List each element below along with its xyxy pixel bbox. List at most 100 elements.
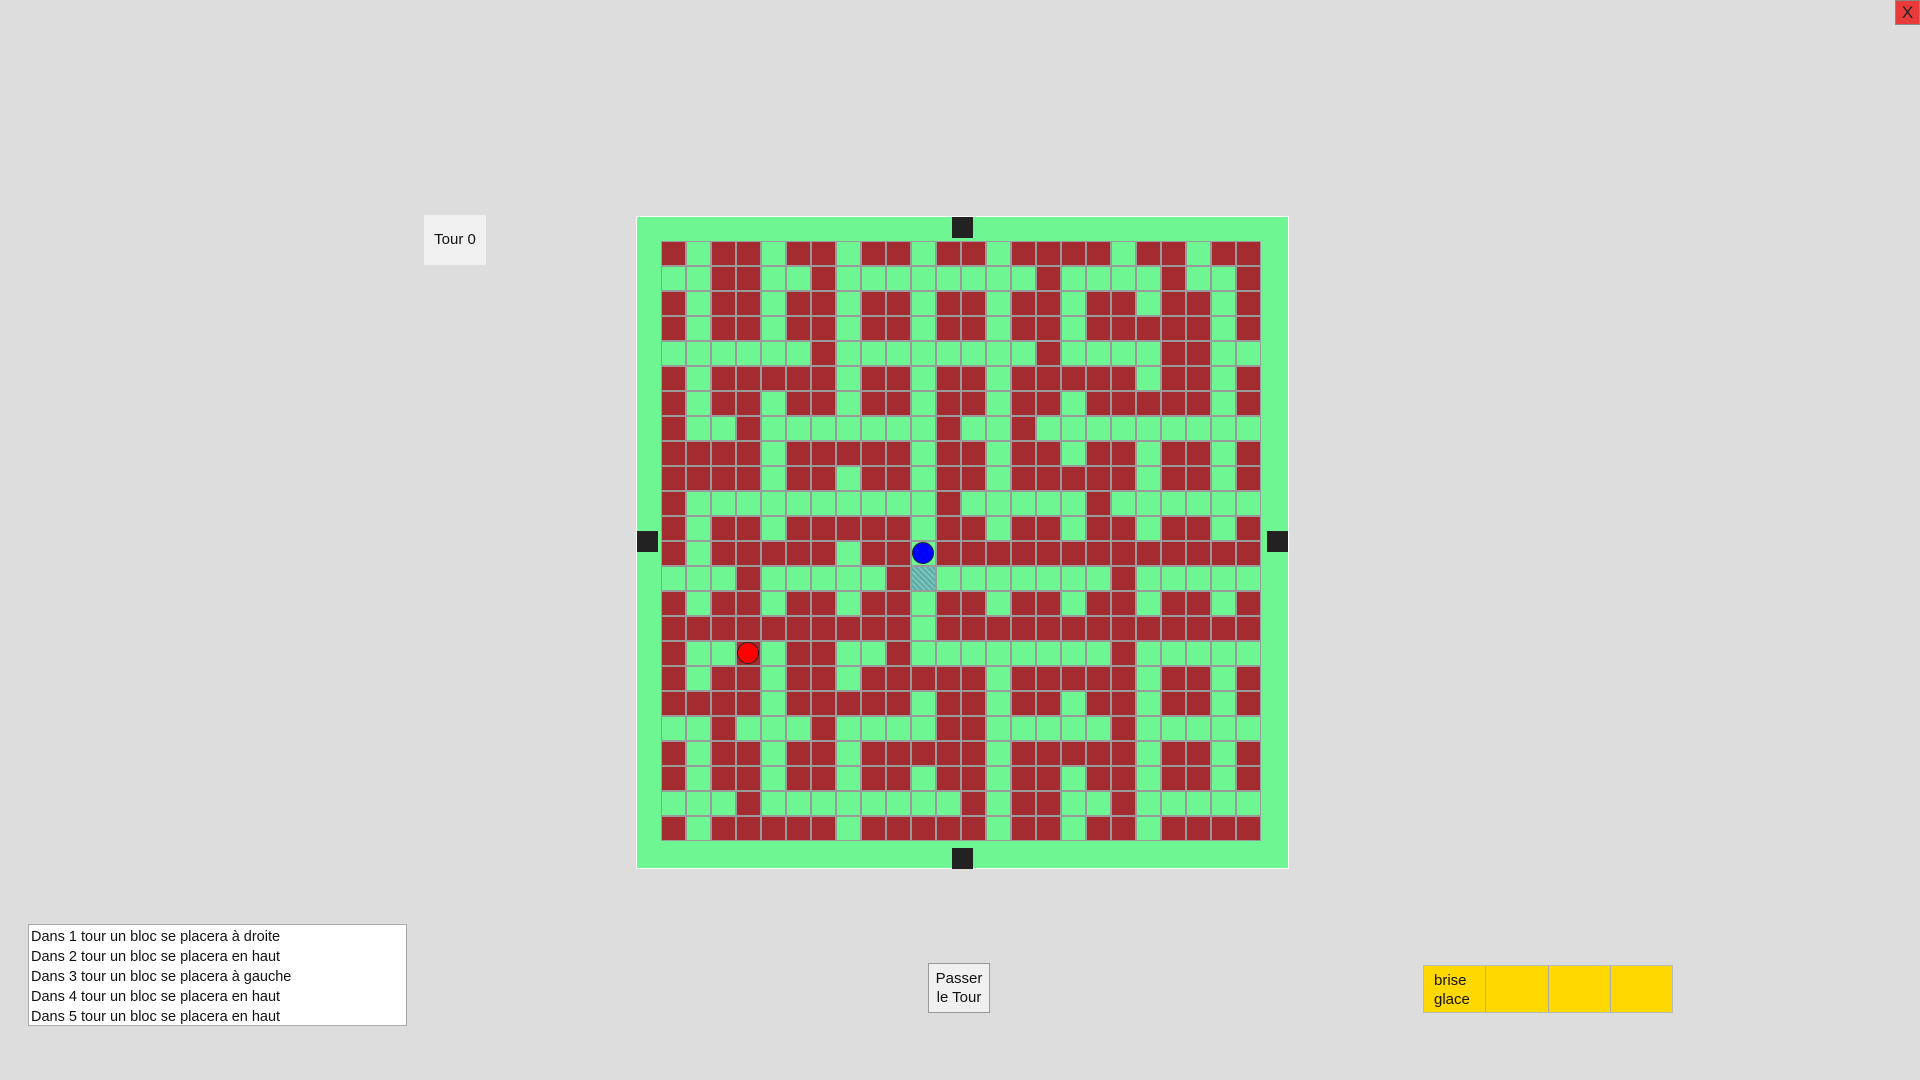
inventory-slot-4[interactable] [1611,966,1672,1012]
path-cell[interactable] [836,566,861,591]
wall-cell[interactable] [886,541,911,566]
wall-cell[interactable] [861,541,886,566]
path-cell[interactable] [1211,591,1236,616]
wall-cell[interactable] [861,466,886,491]
path-cell[interactable] [836,416,861,441]
wall-cell[interactable] [861,766,886,791]
path-cell[interactable] [1211,466,1236,491]
wall-cell[interactable] [886,366,911,391]
wall-cell[interactable] [711,616,736,641]
wall-cell[interactable] [1086,491,1111,516]
wall-cell[interactable] [1011,391,1036,416]
path-cell[interactable] [1211,791,1236,816]
wall-cell[interactable] [1186,341,1211,366]
wall-cell[interactable] [661,291,686,316]
wall-cell[interactable] [1036,366,1061,391]
wall-cell[interactable] [936,616,961,641]
path-cell[interactable] [836,766,861,791]
wall-cell[interactable] [936,391,961,416]
wall-cell[interactable] [1236,766,1261,791]
path-cell[interactable] [1236,716,1261,741]
wall-cell[interactable] [786,691,811,716]
path-cell[interactable] [986,416,1011,441]
wall-cell[interactable] [1011,466,1036,491]
wall-cell[interactable] [961,666,986,691]
path-cell[interactable] [861,266,886,291]
wall-cell[interactable] [1161,591,1186,616]
path-cell[interactable] [911,241,936,266]
wall-cell[interactable] [1236,591,1261,616]
wall-cell[interactable] [786,366,811,391]
wall-cell[interactable] [736,366,761,391]
wall-cell[interactable] [886,316,911,341]
wall-cell[interactable] [786,641,811,666]
path-cell[interactable] [761,666,786,691]
wall-cell[interactable] [836,691,861,716]
wall-cell[interactable] [736,616,761,641]
wall-cell[interactable] [786,816,811,841]
wall-cell[interactable] [711,316,736,341]
wall-cell[interactable] [1011,666,1036,691]
wall-cell[interactable] [936,466,961,491]
wall-cell[interactable] [1111,541,1136,566]
wall-cell[interactable] [961,391,986,416]
wall-cell[interactable] [861,591,886,616]
path-cell[interactable] [686,816,711,841]
wall-cell[interactable] [911,816,936,841]
path-cell[interactable] [786,266,811,291]
wall-cell[interactable] [736,791,761,816]
wall-cell[interactable] [1211,541,1236,566]
wall-cell[interactable] [1086,441,1111,466]
path-cell[interactable] [911,466,936,491]
path-cell[interactable] [1136,491,1161,516]
path-cell[interactable] [911,341,936,366]
wall-cell[interactable] [811,541,836,566]
wall-cell[interactable] [1161,366,1186,391]
path-cell[interactable] [936,641,961,666]
wall-cell[interactable] [886,641,911,666]
wall-cell[interactable] [1086,366,1111,391]
path-cell[interactable] [686,266,711,291]
wall-cell[interactable] [1136,541,1161,566]
wall-cell[interactable] [1161,816,1186,841]
path-cell[interactable] [1186,491,1211,516]
pass-turn-button[interactable]: Passer le Tour [928,963,990,1013]
wall-cell[interactable] [1061,616,1086,641]
wall-cell[interactable] [961,791,986,816]
wall-cell[interactable] [811,766,836,791]
path-cell[interactable] [886,716,911,741]
wall-cell[interactable] [661,616,686,641]
red-player-token[interactable] [737,642,759,664]
highlighted-cell[interactable] [911,566,936,591]
path-cell[interactable] [836,291,861,316]
wall-cell[interactable] [1086,516,1111,541]
path-cell[interactable] [1061,566,1086,591]
wall-cell[interactable] [661,391,686,416]
path-cell[interactable] [911,416,936,441]
wall-cell[interactable] [1111,741,1136,766]
wall-cell[interactable] [1186,466,1211,491]
wall-cell[interactable] [1161,266,1186,291]
wall-cell[interactable] [1036,616,1061,641]
path-cell[interactable] [911,716,936,741]
path-cell[interactable] [986,516,1011,541]
path-cell[interactable] [986,641,1011,666]
wall-cell[interactable] [736,316,761,341]
wall-cell[interactable] [1036,541,1061,566]
wall-cell[interactable] [861,366,886,391]
wall-cell[interactable] [886,566,911,591]
wall-cell[interactable] [1036,666,1061,691]
path-cell[interactable] [1011,716,1036,741]
wall-cell[interactable] [1186,291,1211,316]
wall-cell[interactable] [1186,366,1211,391]
wall-cell[interactable] [811,591,836,616]
path-cell[interactable] [961,341,986,366]
path-cell[interactable] [961,416,986,441]
wall-cell[interactable] [1236,666,1261,691]
path-cell[interactable] [986,241,1011,266]
wall-cell[interactable] [711,591,736,616]
path-cell[interactable] [686,366,711,391]
wall-cell[interactable] [1011,791,1036,816]
wall-cell[interactable] [936,541,961,566]
wall-cell[interactable] [786,241,811,266]
